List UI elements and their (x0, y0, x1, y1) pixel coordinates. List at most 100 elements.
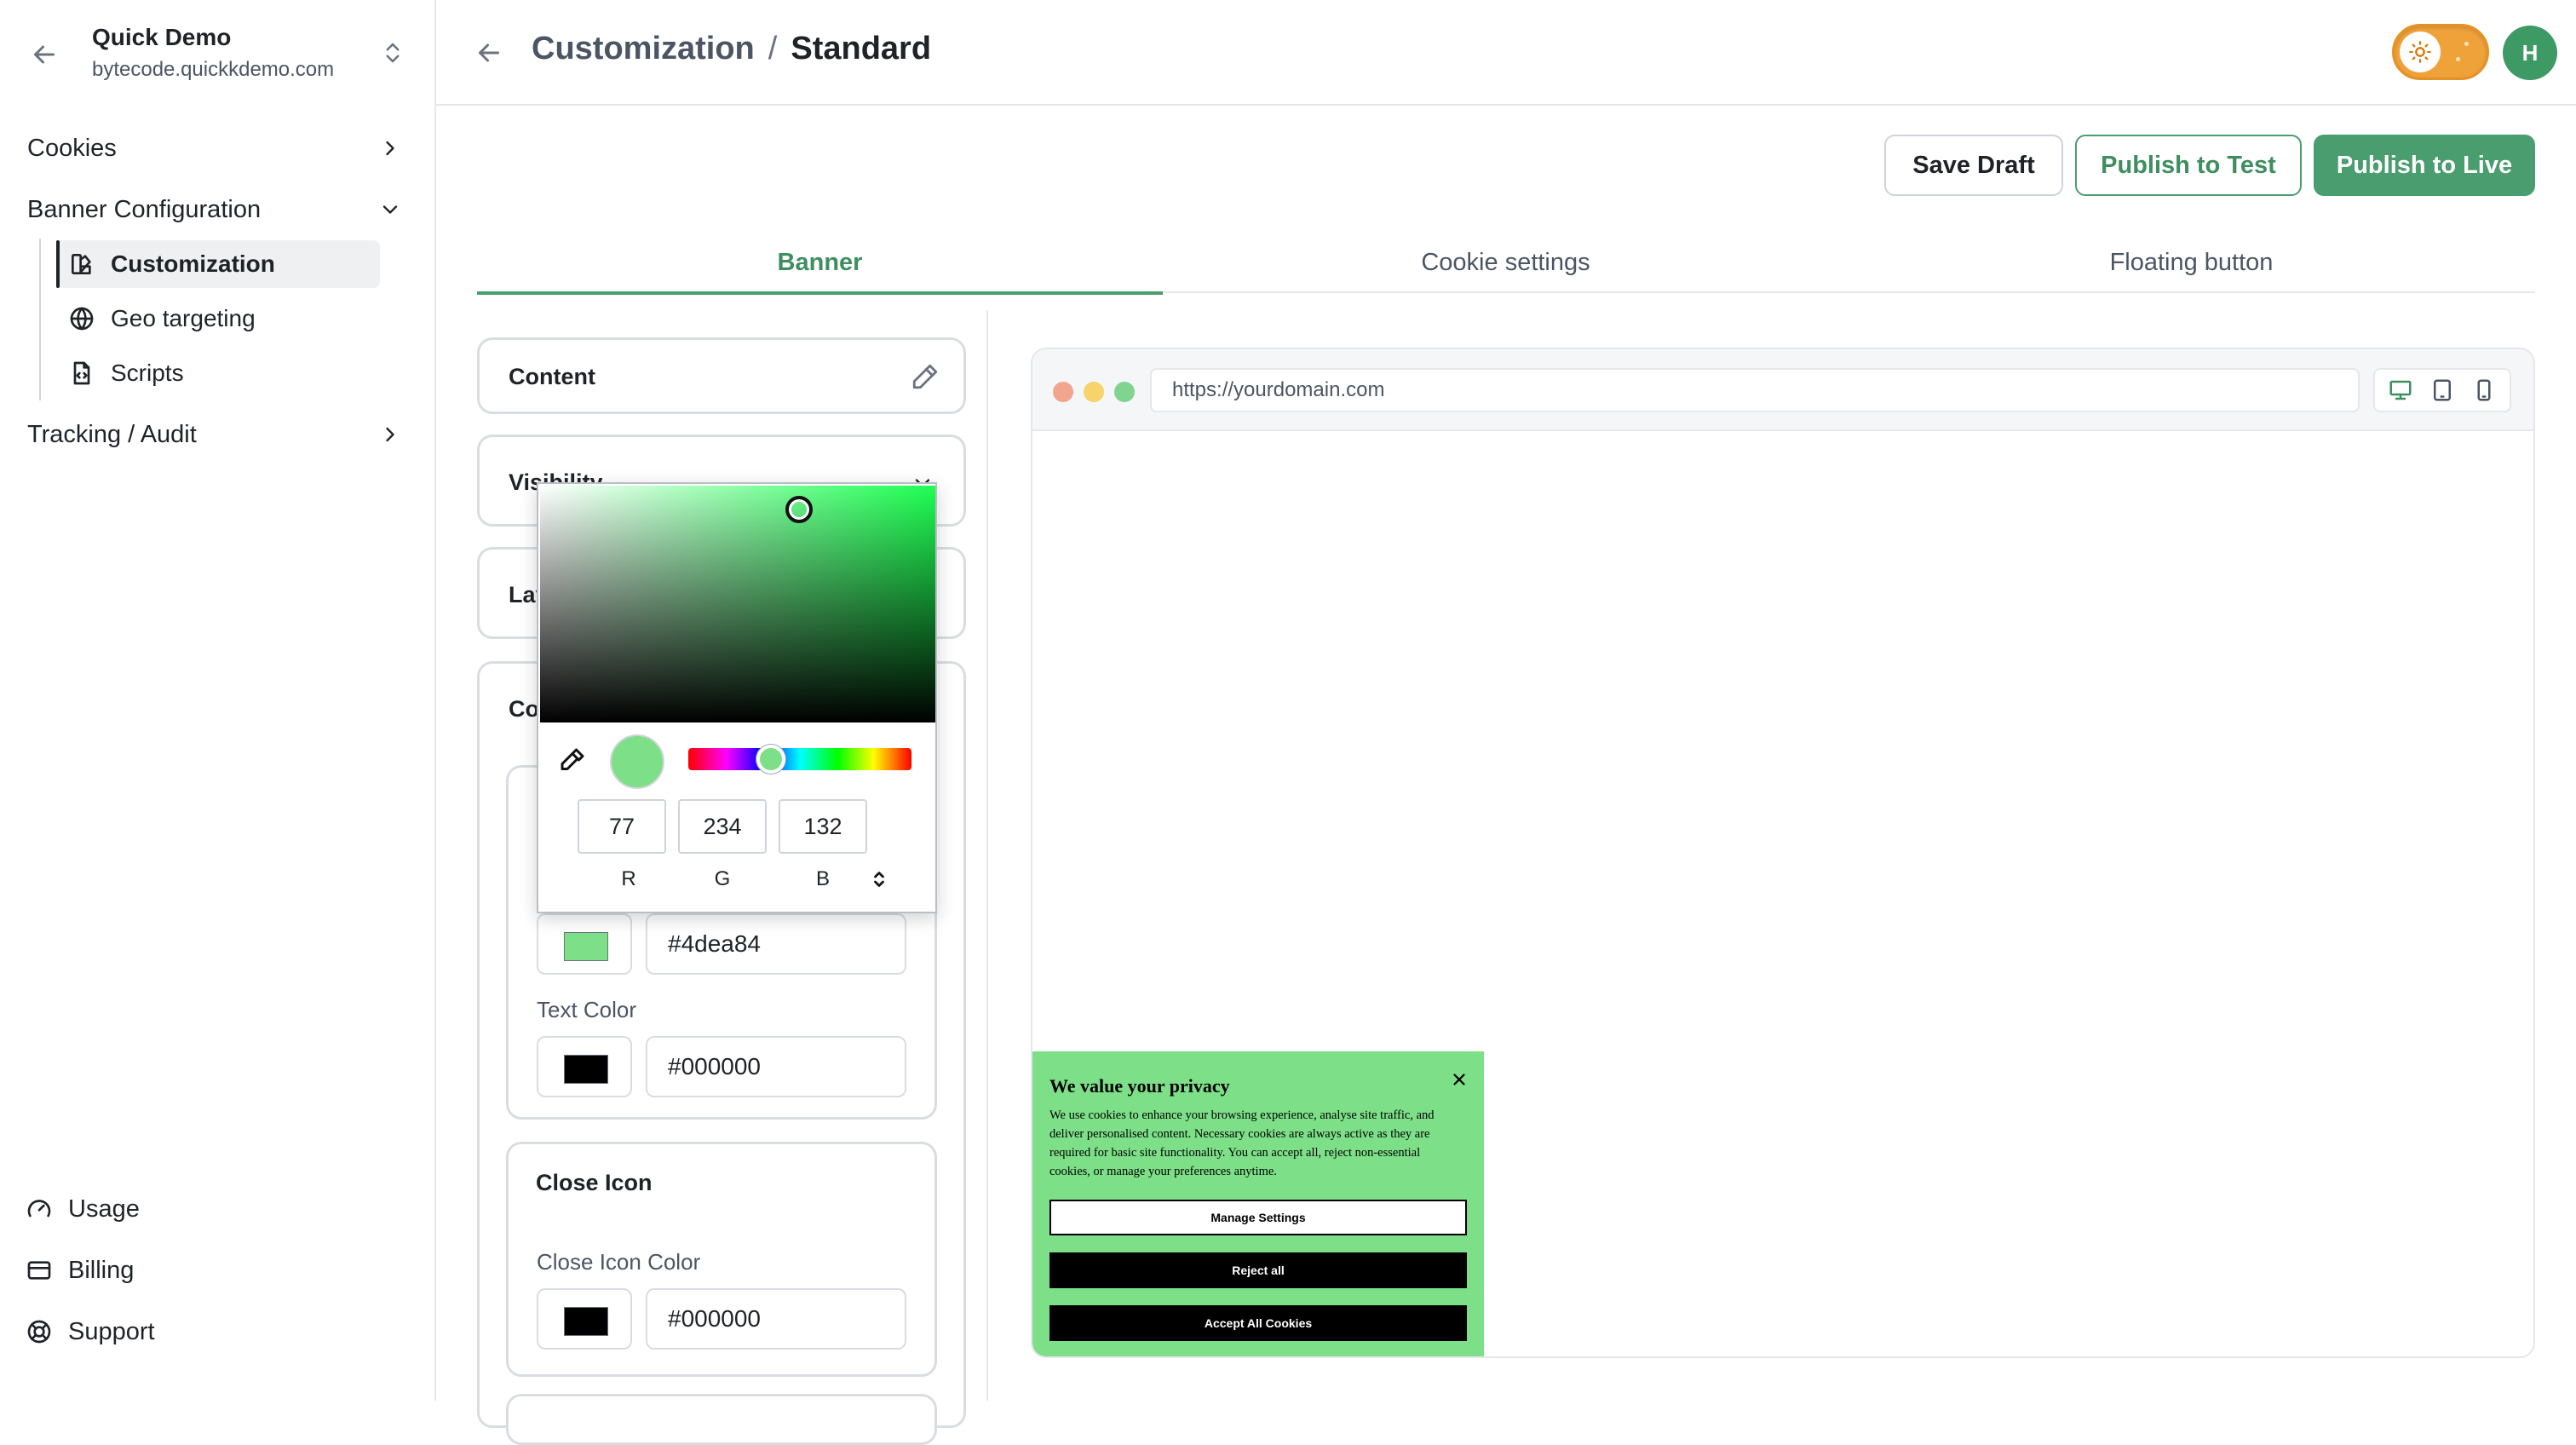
top-bar: Customization / Standard (436, 0, 2576, 106)
close-icon-color-label: Close Icon Color (537, 1249, 701, 1275)
window-dot-maximize (1114, 382, 1135, 402)
arrow-left-icon[interactable] (29, 39, 60, 70)
device-switcher (2373, 368, 2511, 412)
sidebar-item-label: Geo targeting (111, 305, 256, 331)
star-dot (2464, 42, 2469, 46)
swatch-fill (564, 1307, 608, 1336)
section-title: Content (509, 364, 595, 389)
arrow-left-icon[interactable] (474, 37, 504, 68)
eyedropper-icon[interactable] (557, 745, 588, 775)
chevron-up-down-icon[interactable] (380, 37, 405, 68)
sun-icon (2409, 41, 2431, 63)
submenu-rail (39, 239, 41, 400)
saturation-value-area[interactable] (540, 486, 935, 722)
hue-slider[interactable] (688, 745, 911, 774)
theme-toggle[interactable] (2392, 24, 2489, 80)
red-channel-label: R (621, 867, 636, 890)
sidebar-item-label: Cookies (27, 134, 117, 162)
sidebar-item-label: Support (68, 1317, 155, 1345)
tab-banner[interactable]: Banner (477, 232, 1163, 295)
chevron-right-icon (386, 141, 394, 156)
next-sub-card (506, 1394, 937, 1445)
palette-icon (72, 254, 91, 274)
browser-toolbar: https://yourdomain.com (1032, 349, 2533, 431)
sidebar-item-billing[interactable]: Billing (26, 1249, 134, 1292)
sidebar-item-support[interactable]: Support (26, 1310, 155, 1353)
sidebar-item-tracking-audit[interactable]: Tracking / Audit (27, 411, 409, 458)
tablet-icon[interactable] (2429, 377, 2455, 403)
tab-floating-button[interactable]: Floating button (1849, 232, 2534, 293)
workspace-switcher[interactable]: Quick Demo bytecode.quickkdemo.com (0, 0, 434, 106)
manage-settings-button[interactable]: Manage Settings (1049, 1200, 1467, 1235)
pencil-icon[interactable] (911, 362, 940, 391)
sidebar: Quick Demo bytecode.quickkdemo.com Cooki… (0, 0, 436, 1401)
sidebar-item-scripts[interactable]: Scripts (56, 349, 380, 397)
green-channel-label: G (714, 867, 731, 890)
section-title: Close Icon (536, 1170, 653, 1195)
background-color-swatch[interactable] (537, 913, 632, 975)
url-bar: https://yourdomain.com (1150, 368, 2360, 412)
reject-all-button[interactable]: Reject all (1049, 1252, 1467, 1288)
text-color-hex-input[interactable] (646, 1036, 906, 1097)
sidebar-item-customization[interactable]: Customization (56, 240, 380, 288)
background-color-hex-input[interactable] (646, 913, 906, 975)
avatar[interactable]: H (2503, 26, 2557, 80)
sidebar-item-label: Banner Configuration (27, 195, 262, 223)
window-dot-close (1053, 382, 1073, 402)
blue-channel-label: B (815, 867, 830, 890)
banner-preview-window: https://yourdomain.com We value your pri… (1031, 348, 2535, 1358)
lifebuoy-icon (27, 1320, 51, 1344)
blue-channel-input[interactable] (779, 799, 867, 854)
close-icon[interactable] (1450, 1070, 1469, 1089)
sidebar-item-label: Scripts (111, 360, 184, 386)
swatch-fill (564, 932, 608, 961)
script-file-icon (73, 361, 90, 385)
green-channel-input[interactable] (678, 799, 767, 854)
content-section[interactable]: Content (477, 337, 966, 414)
save-draft-button[interactable]: Save Draft (1884, 135, 2063, 196)
sidebar-item-label: Usage (68, 1195, 140, 1223)
publish-to-live-button[interactable]: Publish to Live (2314, 135, 2535, 196)
star-dot (2456, 57, 2460, 61)
cookie-banner-preview: We value your privacy We use cookies to … (1032, 1051, 1484, 1356)
page-title: Standard (791, 31, 932, 66)
sidebar-item-label: Billing (68, 1256, 135, 1284)
chevron-down-icon (382, 205, 398, 214)
desktop-icon[interactable] (2388, 377, 2413, 403)
globe-icon (70, 307, 94, 331)
window-dot-minimize (1084, 382, 1104, 402)
text-color-swatch[interactable] (537, 1036, 632, 1097)
saturation-handle[interactable] (785, 496, 813, 523)
workspace-domain: bytecode.quickkdemo.com (92, 58, 335, 81)
breadcrumb-parent[interactable]: Customization (532, 31, 755, 67)
close-icon-color-hex-input[interactable] (646, 1288, 906, 1350)
breadcrumb: Customization / Standard (532, 31, 931, 67)
sidebar-item-cookies[interactable]: Cookies (27, 124, 409, 172)
chevron-right-icon (386, 427, 394, 442)
sidebar-item-banner-configuration[interactable]: Banner Configuration (27, 186, 409, 233)
sidebar-item-label: Tracking / Audit (27, 420, 197, 448)
color-preview-circle (610, 734, 664, 789)
cookie-banner-body: We use cookies to enhance your browsing … (1049, 1108, 1435, 1178)
theme-toggle-knob (2400, 32, 2441, 72)
publish-to-test-button[interactable]: Publish to Test (2075, 135, 2302, 196)
breadcrumb-separator: / (768, 31, 778, 66)
swatch-fill (564, 1055, 608, 1084)
panel-divider (986, 310, 988, 1401)
gauge-icon (27, 1200, 51, 1218)
hue-slider-thumb[interactable] (756, 745, 785, 774)
workspace-name: Quick Demo (92, 24, 232, 50)
sidebar-item-geo-targeting[interactable]: Geo targeting (56, 295, 380, 343)
accept-all-cookies-button[interactable]: Accept All Cookies (1049, 1305, 1467, 1341)
red-channel-input[interactable] (578, 799, 666, 854)
mobile-icon[interactable] (2471, 377, 2497, 403)
text-color-label: Text Color (537, 997, 637, 1022)
cookie-banner-title: We value your privacy (1049, 1075, 1230, 1097)
tab-cookie-settings[interactable]: Cookie settings (1163, 232, 1849, 293)
color-mode-toggle-icon[interactable] (871, 869, 888, 889)
close-icon-color-swatch[interactable] (537, 1288, 632, 1350)
color-picker-popover: R G B (537, 482, 937, 913)
sidebar-item-usage[interactable]: Usage (26, 1188, 140, 1230)
sidebar-item-label: Customization (111, 250, 275, 277)
credit-card-icon (27, 1261, 51, 1280)
